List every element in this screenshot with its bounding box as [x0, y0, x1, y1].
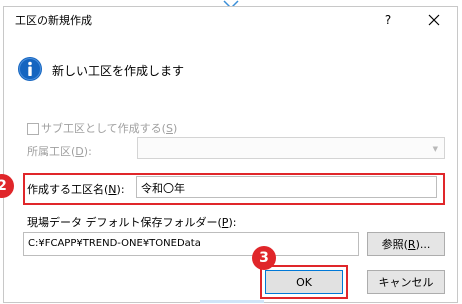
area-name-label: 作成する工区名(N): [27, 181, 125, 197]
parent-area-label-text: 所属工区( [27, 145, 76, 158]
browse-label-end: )... [415, 237, 431, 251]
default-folder-input[interactable]: C:¥FCAPP¥TREND-ONE¥TONEData [23, 232, 359, 256]
sub-area-access-key: S [165, 122, 173, 135]
close-icon [428, 14, 440, 26]
help-button[interactable]: ? [377, 9, 399, 31]
sub-area-label: サブ工区として作成する(S) [41, 120, 177, 136]
browse-button[interactable]: 参照(R)... [367, 232, 445, 256]
parent-area-label-end: ): [83, 145, 92, 158]
parent-area-label: 所属工区(D): [27, 143, 92, 159]
sub-area-label-text: サブ工区として作成する( [41, 122, 166, 135]
area-name-label-text: 作成する工区名( [27, 183, 109, 196]
folder-label-text: 現場データ デフォルト保存フォルダー( [27, 216, 222, 229]
ok-button[interactable]: OK [265, 270, 343, 294]
step-3-marker: 3 [252, 246, 276, 270]
dialog-title: 工区の新規作成 [15, 14, 92, 27]
area-name-access-key: N [108, 183, 117, 196]
folder-label-end: ): [228, 216, 237, 229]
cancel-button[interactable]: キャンセル [367, 270, 445, 294]
default-folder-label: 現場データ デフォルト保存フォルダー(P): [27, 214, 236, 230]
ok-focus-accent [200, 300, 264, 303]
sub-area-checkbox[interactable] [27, 123, 39, 135]
parent-area-access-key: D [75, 145, 84, 158]
chevron-down-icon: ▼ [432, 145, 438, 153]
area-name-input[interactable]: 令和〇年 [136, 176, 437, 198]
parent-area-select[interactable]: ▼ [137, 137, 445, 159]
browse-label-text: 参照( [381, 238, 408, 251]
dialog-message: 新しい工区を作成します [52, 64, 185, 78]
info-icon [18, 57, 42, 81]
browse-access-key: R [407, 237, 416, 251]
area-name-label-end: ): [116, 183, 125, 196]
close-button[interactable] [422, 8, 446, 32]
sub-area-label-end: ) [172, 122, 178, 135]
